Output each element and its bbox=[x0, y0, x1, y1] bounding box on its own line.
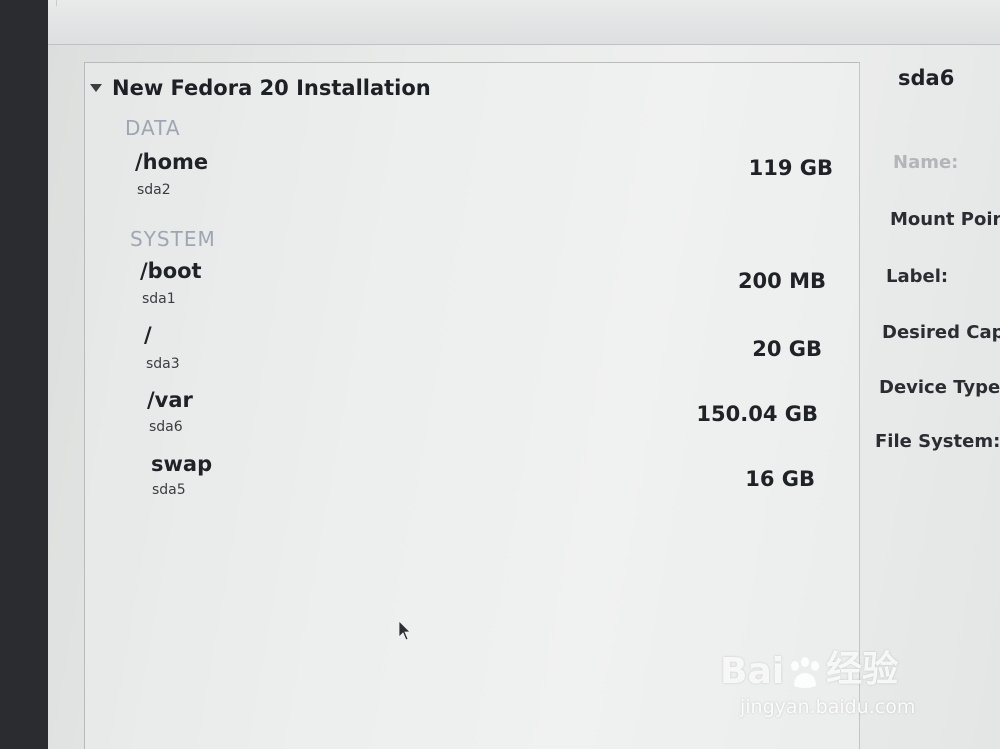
mount-point-label: / bbox=[144, 323, 152, 347]
baidu-watermark: Bai 经验 jingyan.baidu.com bbox=[720, 640, 950, 730]
installer-screen: New Fedora 20 Installation DATA /home sd… bbox=[48, 0, 1000, 749]
top-toolbar bbox=[48, 0, 1000, 45]
name-field-label: Name: bbox=[893, 152, 959, 173]
baidu-brand-left: Bai bbox=[720, 651, 785, 692]
size-label: 20 GB bbox=[752, 337, 822, 361]
toolbar-edge bbox=[56, 0, 1000, 6]
mouse-pointer-icon bbox=[398, 620, 411, 641]
device-label: sda6 bbox=[149, 419, 183, 435]
device-type-field-label: Device Type: bbox=[879, 377, 1000, 398]
device-label: sda2 bbox=[137, 182, 171, 198]
size-label: 200 MB bbox=[737, 269, 826, 293]
device-label: sda5 bbox=[152, 482, 186, 498]
group-label-data: DATA bbox=[125, 116, 181, 140]
size-label: 16 GB bbox=[745, 467, 815, 491]
installation-title: New Fedora 20 Installation bbox=[112, 76, 431, 100]
selected-device-title: sda6 bbox=[898, 66, 955, 90]
mount-point-field-label: Mount Poin bbox=[890, 209, 1000, 230]
mount-point-label: swap bbox=[151, 452, 213, 476]
file-system-field-label: File System: bbox=[875, 431, 1000, 452]
desired-capacity-field-label: Desired Cap bbox=[882, 322, 1000, 343]
expander-triangle-icon[interactable] bbox=[90, 84, 102, 92]
size-label: 119 GB bbox=[748, 156, 833, 180]
device-label: sda1 bbox=[142, 291, 176, 307]
baidu-logo: Bai 经验 bbox=[720, 640, 898, 692]
mount-point-label: /var bbox=[147, 388, 193, 412]
size-label: 150.04 GB bbox=[696, 402, 818, 426]
group-label-system: SYSTEM bbox=[130, 227, 216, 251]
baidu-brand-right: 经验 bbox=[826, 649, 899, 690]
baidu-paw-icon bbox=[791, 657, 820, 688]
label-field-label: Label: bbox=[886, 266, 949, 287]
mount-point-label: /home bbox=[135, 150, 209, 174]
installation-header[interactable]: New Fedora 20 Installation bbox=[90, 76, 431, 100]
mount-point-label: /boot bbox=[140, 259, 202, 283]
device-label: sda3 bbox=[146, 356, 180, 372]
baidu-url: jingyan.baidu.com bbox=[740, 696, 916, 718]
